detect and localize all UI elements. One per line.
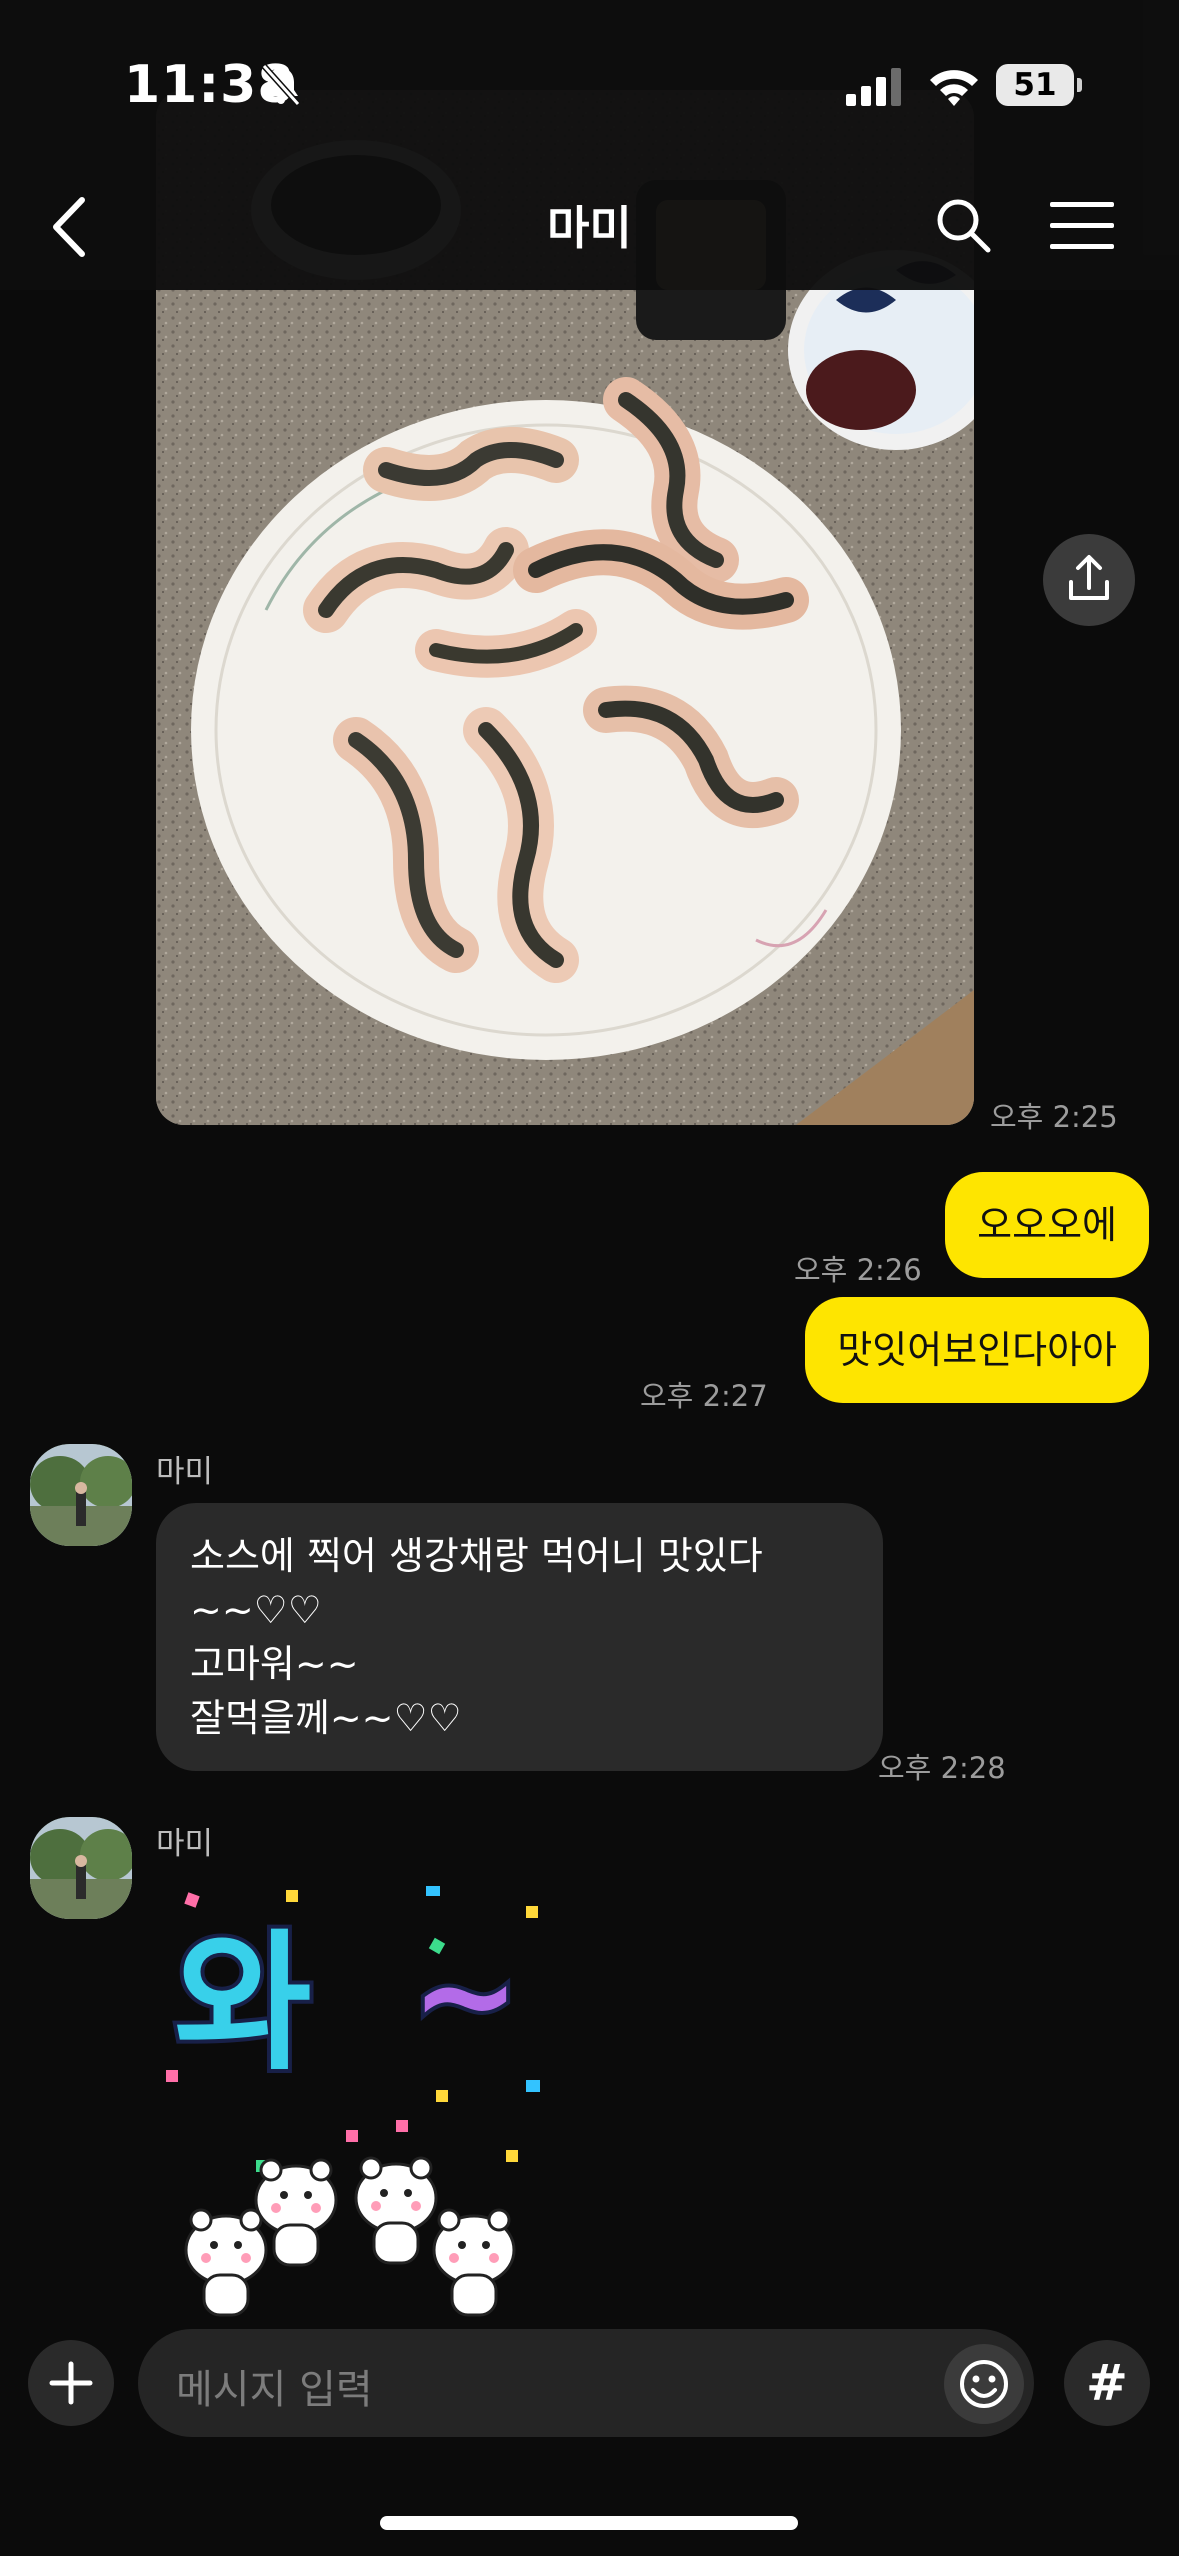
emoji-icon xyxy=(960,2360,1008,2408)
avatar[interactable] xyxy=(30,1444,132,1546)
message-line: 고마워~~ xyxy=(190,1642,359,1686)
plus-icon xyxy=(49,2361,93,2405)
message-line: ~~♡♡ xyxy=(190,1588,322,1632)
add-button[interactable] xyxy=(28,2340,114,2426)
message-input[interactable]: 메시지 입력 xyxy=(138,2329,1034,2437)
menu-icon[interactable] xyxy=(1050,200,1114,252)
chat-title: 마미 xyxy=(547,201,632,255)
search-icon[interactable] xyxy=(934,196,992,254)
svg-text:~: ~ xyxy=(411,1919,520,2071)
message-time: 오후 2:27 xyxy=(640,1379,768,1413)
wifi-icon xyxy=(930,70,978,106)
avatar-image xyxy=(30,1444,132,1546)
home-indicator xyxy=(380,2516,798,2530)
message-time: 오후 2:26 xyxy=(794,1253,922,1287)
bear xyxy=(184,2156,516,2317)
my-message-bubble[interactable]: 맛잇어보인다아아 xyxy=(805,1297,1149,1403)
emoji-button[interactable] xyxy=(944,2344,1024,2424)
message-line: 잘먹을께~~♡♡ xyxy=(190,1696,462,1740)
battery-indicator: 51 xyxy=(996,64,1074,106)
signal-icon xyxy=(846,68,901,106)
my-message-bubble[interactable]: 오오오에 xyxy=(945,1172,1149,1278)
bell-off-icon xyxy=(261,63,301,107)
avatar-image xyxy=(30,1817,132,1919)
battery-tip xyxy=(1077,78,1082,92)
avatar[interactable] xyxy=(30,1817,132,1919)
share-button[interactable] xyxy=(1043,534,1135,626)
sticker-image: 와 ~ xyxy=(166,1886,540,2317)
svg-text:와: 와 xyxy=(174,1917,312,2091)
sender-name: 마미 xyxy=(156,1826,214,1862)
message-input-placeholder: 메시지 입력 xyxy=(176,2367,373,2413)
share-icon xyxy=(1069,555,1109,600)
message-time: 오후 2:28 xyxy=(878,1751,1006,1785)
hash-button[interactable]: # xyxy=(1064,2340,1150,2426)
other-message-bubble[interactable]: 소스에 찍어 생강채랑 먹어니 맛있다 ~~♡♡ 고마워~~ 잘먹을께~~♡♡ xyxy=(156,1503,883,1771)
sticker[interactable]: 와 ~ xyxy=(156,1880,596,2320)
photo-time: 오후 2:25 xyxy=(990,1100,1118,1134)
message-line: 소스에 찍어 생강채랑 먹어니 맛있다 xyxy=(190,1534,763,1578)
sender-name: 마미 xyxy=(156,1454,214,1490)
